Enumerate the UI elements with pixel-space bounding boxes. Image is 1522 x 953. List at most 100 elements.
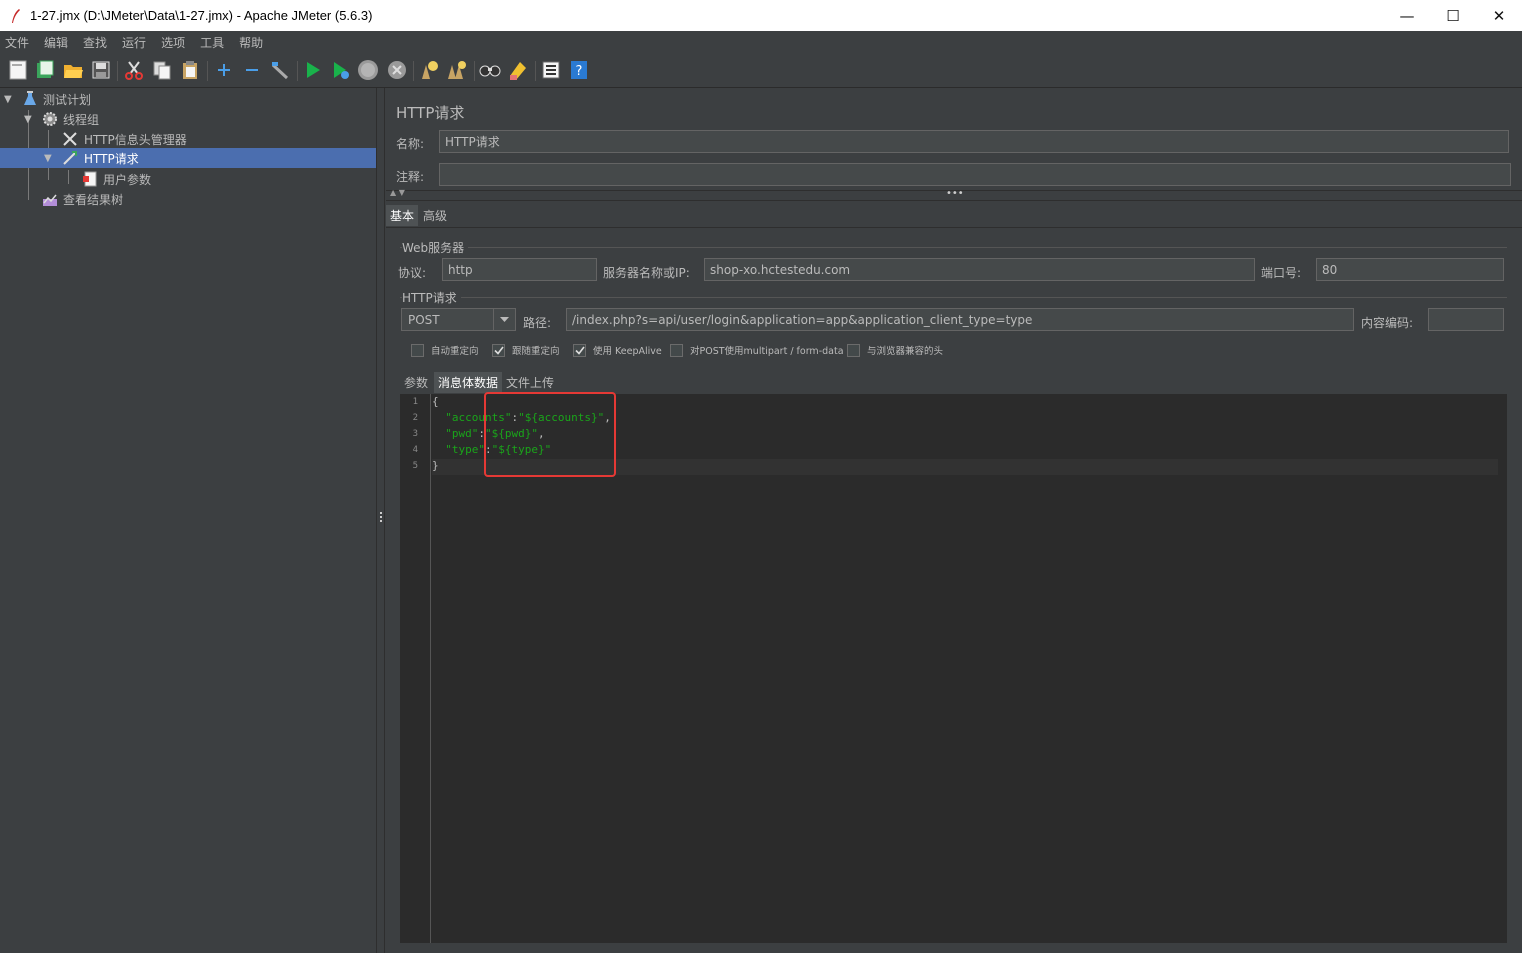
minimize-button[interactable]: — <box>1384 0 1430 31</box>
paste-icon[interactable] <box>179 59 201 81</box>
name-field[interactable]: HTTP请求 <box>439 130 1509 153</box>
close-button[interactable]: ✕ <box>1476 0 1522 31</box>
expanded-icon[interactable]: ▼ <box>44 153 52 164</box>
search-icon[interactable] <box>479 59 501 81</box>
expand-icon[interactable] <box>213 59 235 81</box>
split-grip-icon[interactable]: ••• <box>946 188 964 199</box>
thread-group-icon <box>43 112 57 126</box>
http-request-panel: HTTP请求 名称: HTTP请求 注释: ▲ ▼ ••• 基本 高级 Web服… <box>386 88 1522 953</box>
port-field[interactable]: 80 <box>1316 258 1504 281</box>
encoding-field[interactable] <box>1428 308 1504 331</box>
copy-icon[interactable] <box>151 59 173 81</box>
method-select[interactable]: POST <box>401 308 516 331</box>
checkbox-label: 与浏览器兼容的头 <box>867 346 944 357</box>
checkmark-icon <box>493 346 504 355</box>
tab-body-data[interactable]: 消息体数据 <box>434 372 503 393</box>
encoding-label: 内容编码: <box>1361 316 1414 330</box>
menu-search[interactable]: 查找 <box>82 33 108 52</box>
http-request-group-title: HTTP请求 <box>402 289 461 306</box>
method-value: POST <box>408 312 440 327</box>
line-number: 4 <box>412 445 418 455</box>
code-line: } <box>432 459 439 472</box>
checkbox-label: 对POST使用multipart / form-data <box>690 346 844 357</box>
save-icon[interactable] <box>90 59 112 81</box>
checkbox-label: 使用 KeepAlive <box>593 346 662 357</box>
tree-item-label: 测试计划 <box>43 92 92 107</box>
protocol-field[interactable]: http <box>442 258 597 281</box>
line-number-gutter: 1 2 3 4 5 <box>400 394 431 943</box>
checkbox-box[interactable] <box>670 343 683 357</box>
chevron-down-icon[interactable] <box>493 309 515 330</box>
tree-item-header-manager[interactable]: HTTP信息头管理器 <box>0 129 376 149</box>
tree-item-user-parameters[interactable]: 用户参数 <box>0 169 376 189</box>
path-label: 路径: <box>523 316 552 330</box>
new-icon[interactable] <box>7 59 29 81</box>
tab-parameters[interactable]: 参数 <box>400 372 432 393</box>
auto-redirect-checkbox[interactable]: 自动重定向 <box>411 343 479 357</box>
tree-item-results-tree[interactable]: 查看结果树 <box>0 189 376 209</box>
checkbox-box[interactable] <box>573 343 586 357</box>
menu-edit[interactable]: 编辑 <box>43 33 69 52</box>
menu-file[interactable]: 文件 <box>4 33 30 52</box>
toolbar-separator <box>207 61 208 81</box>
collapse-icon[interactable] <box>241 59 263 81</box>
tree-item-label: 用户参数 <box>103 172 152 187</box>
collapse-arrows-icon[interactable]: ▲ ▼ <box>390 188 405 197</box>
toolbar-separator <box>535 61 536 81</box>
expanded-icon[interactable]: ▼ <box>24 114 32 125</box>
follow-redirects-checkbox[interactable]: 跟随重定向 <box>492 343 560 357</box>
help-icon[interactable]: ? <box>568 59 590 81</box>
body-data-editor[interactable]: 1 2 3 4 5 { "accounts":"${accounts}", "p… <box>400 392 1507 943</box>
code-line: { <box>432 395 439 408</box>
menu-tools[interactable]: 工具 <box>199 33 225 52</box>
menu-run[interactable]: 运行 <box>121 33 147 52</box>
checkbox-box[interactable] <box>847 343 860 357</box>
toolbar: ? <box>0 53 1522 88</box>
comment-label: 注释: <box>396 170 425 184</box>
tab-file-upload[interactable]: 文件上传 <box>502 372 558 393</box>
reset-search-icon[interactable] <box>507 59 529 81</box>
tree-item-test-plan[interactable]: ▼ 测试计划 <box>0 89 376 109</box>
start-icon[interactable] <box>302 59 324 81</box>
menu-options[interactable]: 选项 <box>160 33 186 52</box>
open-icon[interactable] <box>62 59 84 81</box>
toggle-icon[interactable] <box>269 59 291 81</box>
name-label: 名称: <box>396 137 425 151</box>
browser-headers-checkbox[interactable]: 与浏览器兼容的头 <box>847 343 943 357</box>
shutdown-icon[interactable] <box>386 59 408 81</box>
line-number: 1 <box>412 397 418 407</box>
tab-advanced[interactable]: 高级 <box>419 205 451 226</box>
splitter-handle[interactable] <box>376 88 385 953</box>
maximize-button[interactable]: ☐ <box>1430 0 1476 31</box>
function-helper-icon[interactable] <box>540 59 562 81</box>
tree-item-thread-group[interactable]: ▼ 线程组 <box>0 109 376 129</box>
jmeter-feather-icon <box>12 8 20 23</box>
comment-field[interactable] <box>439 163 1511 186</box>
keepalive-checkbox[interactable]: 使用 KeepAlive <box>573 343 662 357</box>
divider <box>386 200 1522 201</box>
expanded-icon[interactable]: ▼ <box>4 94 12 105</box>
clear-icon[interactable] <box>418 59 440 81</box>
header-manager-icon <box>63 132 77 146</box>
user-parameters-icon <box>83 171 97 187</box>
toolbar-separator <box>474 61 475 81</box>
tree-item-http-request[interactable]: ▼ HTTP请求 <box>0 148 376 168</box>
templates-icon[interactable] <box>34 59 56 81</box>
checkbox-box[interactable] <box>492 343 505 357</box>
start-no-pause-icon[interactable] <box>330 59 352 81</box>
server-field[interactable]: shop-xo.hctestedu.com <box>704 258 1255 281</box>
panel-title: HTTP请求 <box>396 104 465 122</box>
cut-icon[interactable] <box>123 59 145 81</box>
tab-basic[interactable]: 基本 <box>386 205 419 226</box>
checkbox-label: 跟随重定向 <box>512 346 560 357</box>
path-field[interactable]: /index.php?s=api/user/login&application=… <box>566 308 1354 331</box>
menu-bar: 文件 编辑 查找 运行 选项 工具 帮助 <box>0 31 1522 53</box>
clear-all-icon[interactable] <box>446 59 468 81</box>
checkbox-box[interactable] <box>411 343 424 357</box>
grip-icon <box>380 512 383 524</box>
protocol-label: 协议: <box>398 266 427 280</box>
stop-icon[interactable] <box>357 59 379 81</box>
multipart-checkbox[interactable]: 对POST使用multipart / form-data <box>670 343 844 357</box>
title-bar: 1-27.jmx (D:\JMeter\Data\1-27.jmx) - Apa… <box>0 0 1522 31</box>
menu-help[interactable]: 帮助 <box>238 33 264 52</box>
